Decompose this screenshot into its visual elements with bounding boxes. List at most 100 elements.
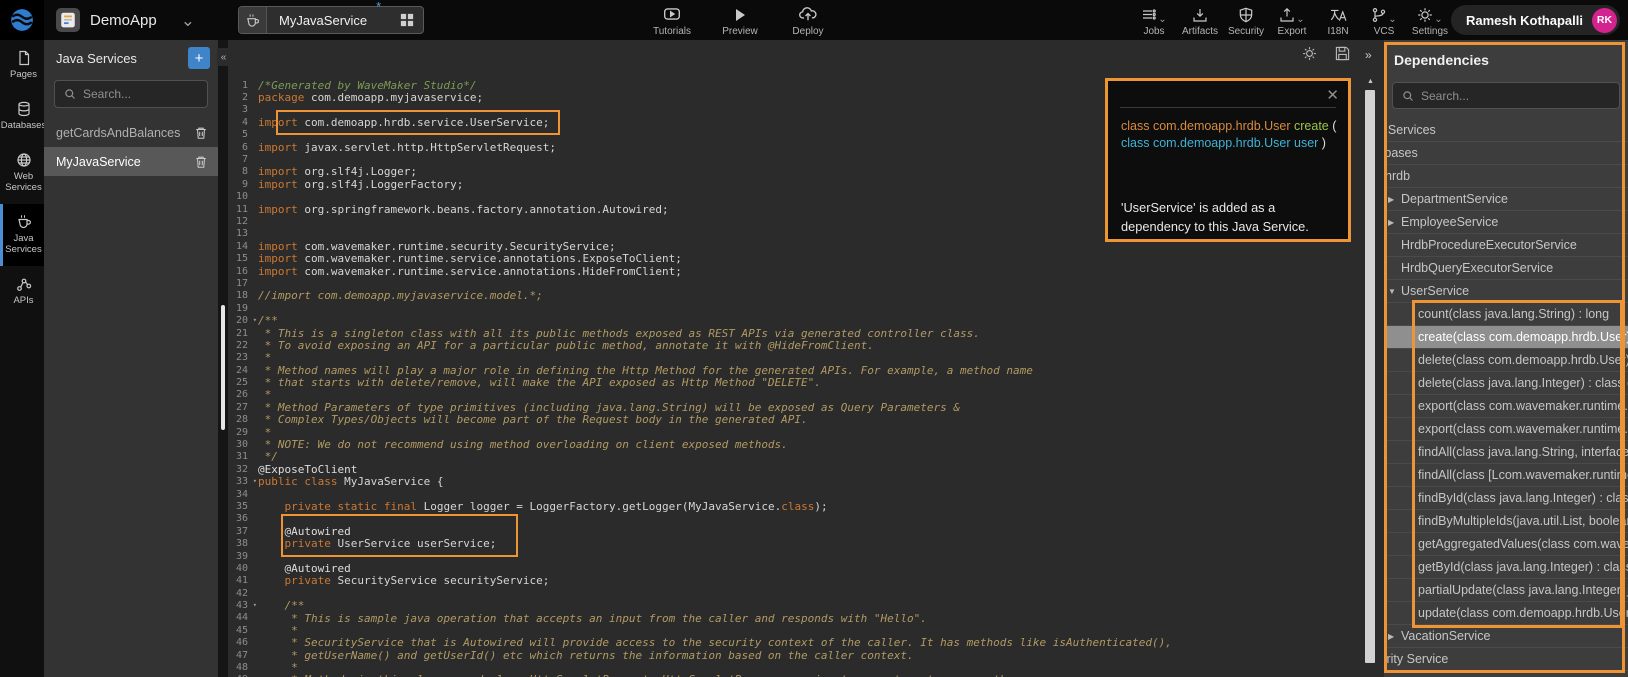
code-line[interactable]: 35 private static final Logger logger = … xyxy=(228,500,1360,512)
code-line[interactable]: 19 xyxy=(228,302,1360,314)
code-line[interactable]: 28 * Complex Types/Objects will become p… xyxy=(228,414,1360,426)
service-tab[interactable]: MyJavaService * xyxy=(238,6,424,34)
tree-item-userservice[interactable]: ▼UserService xyxy=(1384,280,1628,303)
code-line[interactable]: 15import com.wavemaker.runtime.service.a… xyxy=(228,252,1360,264)
user-menu[interactable]: Ramesh Kothapalli RK xyxy=(1451,5,1620,35)
code-line[interactable]: 33▾public class MyJavaService { xyxy=(228,476,1360,488)
dependencies-search-input[interactable]: Search... xyxy=(1392,82,1620,109)
editor-settings-gear-icon[interactable] xyxy=(1302,46,1317,61)
divider-scrollbar-thumb[interactable] xyxy=(221,305,225,430)
chevron-collapsed-icon[interactable]: ▶ xyxy=(1388,195,1401,204)
method-item-findall[interactable]: findAll(class java.lang.String, interfac… xyxy=(1384,441,1628,464)
method-item-export[interactable]: export(class com.wavemaker.runtime.data xyxy=(1384,395,1628,418)
code-line[interactable]: 36 xyxy=(228,513,1360,525)
jobs-button[interactable]: ⌄ Jobs xyxy=(1134,3,1174,39)
code-line[interactable]: 44 * This is sample java operation that … xyxy=(228,612,1360,624)
code-editor[interactable]: 1/*Generated by WaveMaker Studio*/2packa… xyxy=(228,0,1360,677)
method-item-delete[interactable]: delete(class java.lang.Integer) : class … xyxy=(1384,372,1628,395)
code-line[interactable]: 48 * xyxy=(228,661,1360,673)
method-item-count[interactable]: count(class java.lang.String) : long xyxy=(1384,303,1628,326)
code-line[interactable]: 34 xyxy=(228,488,1360,500)
fold-arrow-icon[interactable]: ▾ xyxy=(253,316,257,324)
code-line[interactable]: 26 * xyxy=(228,389,1360,401)
fold-arrow-icon[interactable]: ▾ xyxy=(253,477,257,485)
chevron-collapsed-icon[interactable]: ▶ xyxy=(1388,632,1401,641)
chevron-down-icon[interactable]: ⌄ xyxy=(181,12,195,29)
code-line[interactable]: 46 * SecurityService that is Autowired w… xyxy=(228,637,1360,649)
sidebar-item-pages[interactable]: Pages xyxy=(0,40,44,91)
sidebar-item-databases[interactable]: Databases xyxy=(0,91,44,142)
code-line[interactable]: 24 * Method names will play a major role… xyxy=(228,364,1360,376)
i18n-button[interactable]: I18N xyxy=(1318,3,1358,39)
code-line[interactable]: 37 @Autowired xyxy=(228,525,1360,537)
method-item-update[interactable]: update(class com.demoapp.hrdb.User) : cl… xyxy=(1384,602,1628,625)
code-line[interactable]: 25 * that starts with delete/remove, wil… xyxy=(228,376,1360,388)
method-item-findbyid[interactable]: findById(class java.lang.Integer) : clas… xyxy=(1384,487,1628,510)
settings-button[interactable]: ⌄ Settings xyxy=(1410,3,1450,39)
code-line[interactable]: 32@ExposeToClient xyxy=(228,463,1360,475)
code-line[interactable]: 40 @Autowired xyxy=(228,562,1360,574)
method-item-delete[interactable]: delete(class com.demoapp.hrdb.User) : vo… xyxy=(1384,349,1628,372)
trash-icon[interactable] xyxy=(194,126,208,140)
code-line[interactable]: 30 * NOTE: We do not recommend using met… xyxy=(228,438,1360,450)
tree-item-hrdb[interactable]: hrdb xyxy=(1384,165,1628,188)
method-item-partialupdate[interactable]: partialUpdate(class java.lang.Integer, j… xyxy=(1384,579,1628,602)
code-line[interactable]: 18//import com.demoapp.myjavaservice.mod… xyxy=(228,290,1360,302)
chevron-expanded-icon[interactable]: ▼ xyxy=(1388,287,1401,296)
panel-divider[interactable]: « xyxy=(218,40,228,677)
tutorials-button[interactable]: Tutorials xyxy=(652,3,692,39)
deploy-button[interactable]: Deploy xyxy=(788,3,828,39)
save-icon[interactable] xyxy=(1335,46,1350,61)
scroll-up-arrow-icon[interactable]: ▲ xyxy=(1367,78,1374,85)
export-button[interactable]: ⌄ Export xyxy=(1272,3,1312,39)
add-service-button[interactable]: + xyxy=(188,47,210,69)
code-line[interactable]: 17 xyxy=(228,277,1360,289)
code-line[interactable]: 21 * This is a singleton class with all … xyxy=(228,327,1360,339)
scrollbar-thumb[interactable] xyxy=(1365,90,1375,663)
method-item-getbyid[interactable]: getById(class java.lang.Integer) : class… xyxy=(1384,556,1628,579)
code-line[interactable]: 23 * xyxy=(228,352,1360,364)
vcs-button[interactable]: ⌄ VCS xyxy=(1364,3,1404,39)
wavemaker-logo[interactable] xyxy=(0,0,44,40)
sidebar-item-apis[interactable]: APIs xyxy=(0,266,44,317)
collapse-panel-button[interactable]: « xyxy=(217,48,230,66)
service-item-MyJavaService[interactable]: MyJavaService xyxy=(44,147,218,176)
tree-item-employeeservice[interactable]: ▶EmployeeService xyxy=(1384,211,1628,234)
tree-item-departmentservice[interactable]: ▶DepartmentService xyxy=(1384,188,1628,211)
tree-item-hrdbqueryexecutorservice[interactable]: HrdbQueryExecutorService xyxy=(1384,257,1628,280)
trash-icon[interactable] xyxy=(194,155,208,169)
code-line[interactable]: 29 * xyxy=(228,426,1360,438)
sidebar-item-web-services[interactable]: WebServices xyxy=(0,142,44,204)
tree-item-java-services[interactable]: Java Services xyxy=(1384,119,1628,142)
chevron-collapsed-icon[interactable]: ▶ xyxy=(1388,218,1401,227)
code-line[interactable]: 31 */ xyxy=(228,451,1360,463)
code-line[interactable]: 43▾ /** xyxy=(228,599,1360,611)
method-item-export[interactable]: export(class com.wavemaker.runtime.data xyxy=(1384,418,1628,441)
fold-arrow-icon[interactable]: ▾ xyxy=(253,601,257,609)
expand-panel-button[interactable]: » xyxy=(1365,48,1372,62)
method-item-findall[interactable]: findAll(class [Lcom.wavemaker.runtime.da xyxy=(1384,464,1628,487)
method-item-findbymultipleids[interactable]: findByMultipleIds(java.util.List, boolea… xyxy=(1384,510,1628,533)
code-line[interactable]: 38 private UserService userService; xyxy=(228,537,1360,549)
project-switcher[interactable]: DemoApp ⌄ xyxy=(56,0,195,40)
security-button[interactable]: Security xyxy=(1226,3,1266,39)
artifacts-button[interactable]: Artifacts xyxy=(1180,3,1220,39)
tree-item-security-service[interactable]: Security Service xyxy=(1384,648,1628,671)
preview-button[interactable]: Preview xyxy=(720,3,760,39)
code-line[interactable]: 27 * Method Parameters of type primitive… xyxy=(228,401,1360,413)
code-line[interactable]: 22 * To avoid exposing an API for a part… xyxy=(228,339,1360,351)
code-line[interactable]: 47 * getUserName() and getUserId() etc w… xyxy=(228,649,1360,661)
tab-list-grid-icon[interactable] xyxy=(391,7,423,33)
services-search-input[interactable]: Search... xyxy=(54,80,208,108)
close-icon[interactable]: ✕ xyxy=(1326,88,1339,103)
sidebar-item-java-services[interactable]: JavaServices xyxy=(0,204,44,266)
code-line[interactable]: 16import com.wavemaker.runtime.service.a… xyxy=(228,265,1360,277)
tree-item-hrdbprocedureexecutorservice[interactable]: HrdbProcedureExecutorService xyxy=(1384,234,1628,257)
code-line[interactable]: 39 xyxy=(228,550,1360,562)
tree-item-vacationservice[interactable]: ▶VacationService xyxy=(1384,625,1628,648)
method-item-getaggregatedvalues[interactable]: getAggregatedValues(class com.wavemak xyxy=(1384,533,1628,556)
code-line[interactable]: 45 * xyxy=(228,624,1360,636)
code-line[interactable]: 41 private SecurityService securityServi… xyxy=(228,575,1360,587)
code-line[interactable]: 20▾/** xyxy=(228,314,1360,326)
tree-item-databases[interactable]: Databases xyxy=(1384,142,1628,165)
